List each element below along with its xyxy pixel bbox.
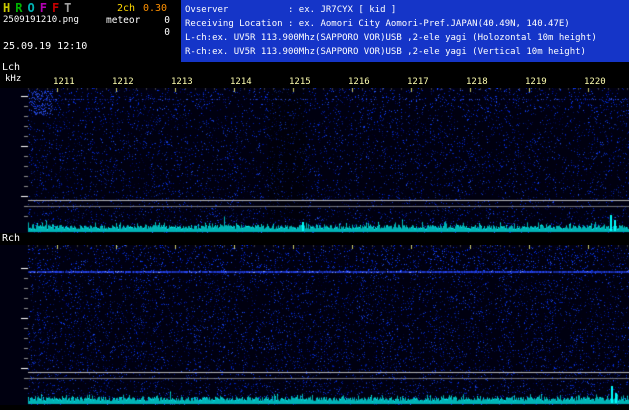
logo-letter: H bbox=[3, 1, 11, 15]
location-line: Receiving Location : ex. Aomori City Aom… bbox=[185, 19, 570, 29]
time-label: 1211 bbox=[53, 77, 75, 87]
filename-label: 2509191210.png bbox=[3, 15, 79, 25]
logo-letter: F bbox=[51, 1, 60, 15]
rch-spectrogram bbox=[0, 245, 629, 405]
logo-letter: F bbox=[39, 1, 47, 15]
time-label: 1218 bbox=[466, 77, 488, 87]
time-label: 1212 bbox=[112, 77, 134, 87]
rch-channel-label: Rch bbox=[2, 233, 21, 244]
meteor-count-value: 0 bbox=[164, 15, 170, 26]
lch-channel-label: Lch bbox=[2, 62, 21, 73]
time-label: 1213 bbox=[171, 77, 193, 87]
time-label: 1214 bbox=[230, 77, 252, 87]
app-logo: HROFFT bbox=[3, 1, 76, 15]
header-left: HROFFT 2ch 0.30 2509191210.png meteor 0 … bbox=[0, 0, 181, 62]
meteor-label: meteor bbox=[106, 15, 141, 26]
time-label: 1215 bbox=[289, 77, 311, 87]
time-label: 1219 bbox=[525, 77, 547, 87]
logo-letter: O bbox=[27, 1, 35, 15]
rch-config-line: R-ch:ex. UV5R 113.900Mhz(SAPPORO VOR)USB… bbox=[185, 47, 586, 57]
lch-spectrogram bbox=[0, 88, 629, 233]
time-label: 1216 bbox=[348, 77, 370, 87]
khz-unit-label: kHz bbox=[5, 74, 22, 84]
logo-letter: R bbox=[15, 1, 23, 15]
time-label: 1217 bbox=[407, 77, 429, 87]
channel-mode-label: 2ch bbox=[117, 3, 136, 14]
time-label: 1220 bbox=[584, 77, 606, 87]
datetime-label: 25.09.19 12:10 bbox=[3, 41, 88, 52]
version-label: 0.30 bbox=[143, 3, 168, 14]
long-echo-count-value: 0 bbox=[164, 27, 170, 38]
logo-letter: T bbox=[64, 1, 72, 15]
observer-line: Ovserver : ex. JR7CYX [ kid ] bbox=[185, 5, 397, 15]
observation-info-panel: Ovserver : ex. JR7CYX [ kid ] Receiving … bbox=[181, 0, 629, 62]
lch-config-line: L-ch:ex. UV5R 113.900Mhz(SAPPORO VOR)USB… bbox=[185, 33, 597, 43]
